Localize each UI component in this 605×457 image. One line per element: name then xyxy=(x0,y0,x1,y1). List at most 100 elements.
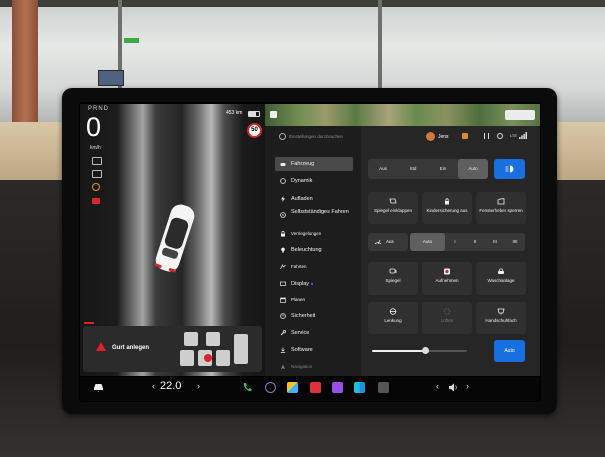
menu-item-fahrten[interactable]: Fahrten xyxy=(275,260,353,274)
headlight-option-aus[interactable]: Aus xyxy=(368,159,398,179)
high-beam-button[interactable] xyxy=(494,159,525,179)
map-preview[interactable] xyxy=(265,104,540,126)
map-icon[interactable] xyxy=(270,111,277,118)
calendar-app-icon[interactable] xyxy=(332,382,343,393)
seat-row-side xyxy=(234,334,248,364)
avatar[interactable] xyxy=(426,132,435,141)
menu-item-text: Display xyxy=(291,281,310,287)
calendar-icon xyxy=(280,297,286,303)
menu-item-dynamik[interactable]: Dynamik xyxy=(275,174,353,188)
menu-item-label: Fahrzeug xyxy=(291,161,315,167)
menu-item-label: Aufladen xyxy=(291,196,313,202)
wiper-option-1[interactable]: I xyxy=(445,233,465,251)
wifi-icon[interactable] xyxy=(497,133,503,139)
workshop-monitor xyxy=(98,70,124,86)
dashcam-viewer-icon[interactable] xyxy=(265,382,276,393)
temperature-readout[interactable]: 22.0 xyxy=(160,380,181,392)
menu-item-verriegelungen[interactable]: Verriegelungen xyxy=(275,227,353,241)
display-icon xyxy=(280,281,286,286)
wiper-option-auto[interactable]: Auto xyxy=(410,233,445,251)
phone-icon[interactable] xyxy=(242,382,252,393)
dashcam-record-icon xyxy=(444,268,450,275)
mirror-adjust-button[interactable]: Spiegel xyxy=(368,262,418,295)
menu-item-software[interactable]: Software xyxy=(275,343,353,357)
menu-item-label: Selbstständiges Fahren xyxy=(291,209,349,215)
child-lock-button[interactable]: Kindersicherung aus xyxy=(422,192,472,224)
notes-icon[interactable] xyxy=(378,382,389,393)
menu-item-planen[interactable]: Planen xyxy=(275,293,353,307)
profile-name[interactable]: Jens xyxy=(438,134,449,140)
tile-label: Waschanlage xyxy=(487,278,515,283)
menu-item-navigation[interactable]: Navigation xyxy=(275,360,353,374)
menu-item-beleuchtung[interactable]: Beleuchtung xyxy=(275,243,353,257)
wiper-off-button[interactable]: Aus xyxy=(368,233,408,251)
toybox-icon[interactable] xyxy=(354,382,365,393)
tile-label: Spiegel einklappen xyxy=(373,208,413,213)
headlight-option-auto[interactable]: Auto xyxy=(458,159,488,179)
wrench-icon xyxy=(280,330,286,336)
speed-readout: 0 xyxy=(86,112,102,142)
brightness-auto-button[interactable]: Auto xyxy=(494,340,525,362)
tile-label: Fensterheber sperren xyxy=(479,208,523,213)
mirror-fold-button[interactable]: Spiegel einklappen xyxy=(368,192,418,224)
car-wash-button[interactable]: Waschanlage xyxy=(476,262,526,295)
temperature-down-button[interactable]: ‹ xyxy=(152,381,155,391)
dashboard-trim-right xyxy=(552,122,605,180)
brightness-slider[interactable] xyxy=(372,347,467,354)
navigation-icon xyxy=(280,364,286,370)
headlight-option-ein[interactable]: Ein xyxy=(428,159,458,179)
seat-rear-right xyxy=(216,350,230,366)
map-info-box[interactable] xyxy=(505,110,535,120)
signal-icon xyxy=(519,132,527,139)
music-icon[interactable] xyxy=(310,382,321,393)
window-lock-button[interactable]: Fensterheber sperren xyxy=(476,192,526,224)
headlight-mode-selector: Aus Std Ein Auto xyxy=(368,159,488,179)
menu-item-service[interactable]: Service xyxy=(275,326,353,340)
connectivity-label: LTE xyxy=(510,133,518,138)
menu-item-display[interactable]: Display xyxy=(275,277,353,291)
wiper-option-2[interactable]: II xyxy=(465,233,485,251)
speed-unit: km/h xyxy=(90,145,101,151)
search-icon[interactable] xyxy=(279,133,286,140)
temperature-up-button[interactable]: › xyxy=(197,381,200,391)
steering-adjust-icon xyxy=(389,308,397,315)
menu-item-aufladen[interactable]: Aufladen xyxy=(275,192,353,206)
warning-triangle-icon xyxy=(96,342,106,351)
battery-icon xyxy=(248,111,260,117)
dashcam-record-button[interactable]: Aufnehmen xyxy=(422,262,472,295)
menu-item-sicherheit[interactable]: Sicherheit xyxy=(275,309,353,323)
exit-sign xyxy=(124,38,139,43)
lock-icon xyxy=(281,231,285,237)
tire-pressure-warning-icon xyxy=(92,183,100,191)
menu-item-selbststaendiges-fahren[interactable]: Selbstständiges Fahren xyxy=(275,207,353,224)
tile-label: Lenkung xyxy=(384,318,402,323)
high-beam-icon xyxy=(92,170,102,178)
headlight-icon xyxy=(505,165,514,173)
car-icon xyxy=(280,163,286,166)
menu-item-label: Planen xyxy=(291,297,306,302)
brightness-slider-handle[interactable] xyxy=(421,347,429,354)
headlight-option-std[interactable]: Std xyxy=(398,159,428,179)
loading-icon xyxy=(443,308,451,315)
wiper-option-4[interactable]: IIII xyxy=(505,233,525,251)
alert-indicator xyxy=(84,322,94,324)
wiper-speed-selector: Auto I II III IIII xyxy=(410,233,525,251)
glovebox-button[interactable]: Handschuhfach xyxy=(476,302,526,334)
wiper-option-3[interactable]: III xyxy=(485,233,505,251)
window-lock-icon xyxy=(497,198,505,205)
menu-item-label: Software xyxy=(291,347,313,353)
bluetooth-icon[interactable] xyxy=(484,133,489,139)
speaker-icon[interactable] xyxy=(448,383,458,392)
volume-down-button[interactable]: ‹ xyxy=(436,381,439,391)
speed-limit-sign: 50 xyxy=(247,123,262,138)
steering-adjust-button[interactable]: Lenkung xyxy=(368,302,418,334)
menu-item-fahrzeug[interactable]: Fahrzeug xyxy=(275,157,353,171)
seatbelt-warning-icon xyxy=(92,198,100,204)
search-input[interactable] xyxy=(289,131,409,142)
car-icon[interactable] xyxy=(92,382,105,392)
menu-item-label: Display xyxy=(291,281,351,287)
app-launcher-icon[interactable] xyxy=(287,382,298,393)
notification-icon[interactable] xyxy=(462,133,468,139)
menu-item-label: Navigation xyxy=(291,364,313,369)
volume-up-button[interactable]: › xyxy=(466,381,469,391)
